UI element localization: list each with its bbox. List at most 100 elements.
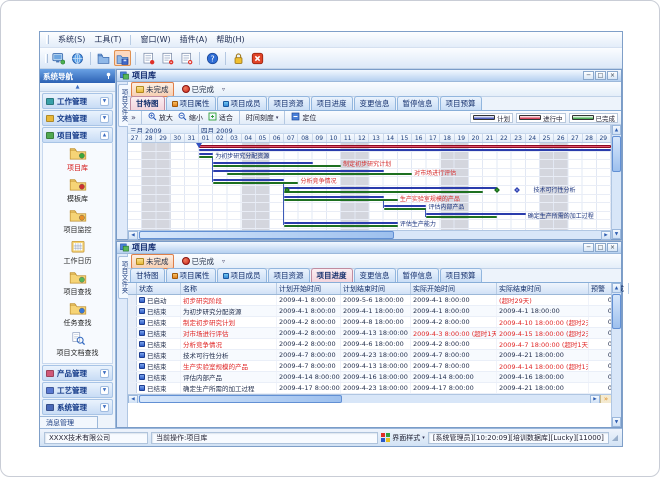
- tab-overflow-icon[interactable]: ▿: [222, 86, 225, 93]
- gantt-vscroll-track[interactable]: [612, 135, 621, 229]
- column-header-实际结束时间[interactable]: 实际结束时间: [497, 283, 589, 294]
- column-header-计划开始时间[interactable]: 计划开始时间: [277, 283, 341, 294]
- expand-icon[interactable]: ▼: [100, 386, 109, 395]
- scroll-right-icon[interactable]: ▶: [601, 231, 611, 240]
- zoom-out-button[interactable]: 缩小: [177, 112, 204, 123]
- tab-message-management[interactable]: 消息管理: [40, 416, 98, 428]
- tab-甘特图[interactable]: 甘特图: [130, 268, 165, 282]
- row-selector[interactable]: [128, 306, 137, 316]
- maximize-button[interactable]: □: [595, 243, 606, 252]
- row-selector[interactable]: [128, 383, 137, 393]
- table-row[interactable]: 已结束分析竞争情况2009-4-2 8:00:002009-4-6 18:00:…: [128, 339, 611, 350]
- column-header-名称[interactable]: 名称: [181, 283, 277, 294]
- table-hscroll-thumb[interactable]: [139, 395, 342, 403]
- open-folder-icon[interactable]: [95, 50, 112, 66]
- tab-项目进度[interactable]: 项目进度: [311, 96, 353, 110]
- row-selector[interactable]: [128, 328, 137, 338]
- table-vscroll-thumb[interactable]: [612, 294, 621, 329]
- tab-暂停信息[interactable]: 暂停信息: [397, 96, 439, 110]
- gantt-hscroll-track[interactable]: [138, 231, 601, 239]
- gantt-body[interactable]: 为初步研究分配资源制定初步研究计划对市场进行评估分析竞争情况技术可行性分析生产实…: [128, 143, 611, 230]
- table-row[interactable]: 已结束评估内部产品2009-4-14 8:00:002009-4-16 18:0…: [128, 372, 611, 383]
- gantt-vscroll-thumb[interactable]: [612, 136, 621, 172]
- collapse-icon[interactable]: ▲: [100, 131, 109, 140]
- tab-未完成[interactable]: 未完成: [131, 254, 174, 269]
- table-row[interactable]: 已结束制定初步研究计划2009-4-2 8:00:002009-4-8 18:0…: [128, 317, 611, 328]
- close-button[interactable]: ×: [607, 243, 618, 252]
- tab-已完成[interactable]: 已完成: [177, 254, 220, 269]
- sidebar-group[interactable]: 工艺管理▼: [42, 382, 113, 398]
- sidebar-item-任务查找[interactable]: 任务查找: [43, 302, 112, 328]
- column-header-计划结束时间[interactable]: 计划结束时间: [341, 283, 411, 294]
- internet-icon[interactable]: [69, 50, 86, 66]
- table-row[interactable]: 已结束确定生产所需的加工过程2009-4-17 8:00:002009-4-23…: [128, 383, 611, 394]
- maximize-button[interactable]: □: [595, 71, 606, 80]
- expand-icon[interactable]: ▼: [100, 97, 109, 106]
- scroll-up-icon[interactable]: ▲: [612, 283, 621, 293]
- time-scale-dropdown[interactable]: 时间刻度▾: [245, 113, 280, 123]
- sidebar-group[interactable]: 产品管理▼: [42, 365, 113, 381]
- minimize-button[interactable]: ─: [583, 71, 594, 80]
- column-header-实际开始时间[interactable]: 实际开始时间: [411, 283, 497, 294]
- table-row[interactable]: 已结束对市场进行评估2009-4-2 8:00:002009-4-13 18:0…: [128, 328, 611, 339]
- gantt-vscrollbar[interactable]: ▲ ▼: [611, 125, 621, 239]
- ui-style-selector[interactable]: 界面样式 ▾: [381, 433, 425, 443]
- tab-项目预算[interactable]: 项目预算: [440, 96, 482, 110]
- table-vscrollbar[interactable]: ▲ ▼: [611, 283, 621, 427]
- expand-icon[interactable]: ▼: [100, 114, 109, 123]
- zoom-in-button[interactable]: 放大: [147, 112, 174, 123]
- table-hscroll-track[interactable]: [138, 395, 590, 403]
- tab-已完成[interactable]: 已完成: [177, 82, 220, 97]
- menu-item[interactable]: 插件(A): [180, 34, 208, 45]
- sidebar-collapse-button[interactable]: ▲: [40, 83, 115, 92]
- menu-item[interactable]: 帮助(H): [216, 34, 244, 45]
- sidebar-item-模板库[interactable]: 模板库: [43, 178, 112, 204]
- sidebar-item-项目文档查找[interactable]: 项目文档查找: [43, 332, 112, 358]
- minimize-button[interactable]: ─: [583, 243, 594, 252]
- tab-项目进度[interactable]: 项目进度: [311, 268, 353, 282]
- column-header-状态[interactable]: 状态: [137, 283, 181, 294]
- save-icon[interactable]: [114, 50, 131, 66]
- sidebar-group[interactable]: 系统管理▼: [42, 399, 113, 415]
- tab-变更信息[interactable]: 变更信息: [354, 96, 396, 110]
- sidebar-group[interactable]: 项目管理▲: [42, 127, 113, 143]
- row-selector[interactable]: [128, 317, 137, 327]
- report-icon-2[interactable]: [159, 50, 176, 66]
- tab-overflow-icon[interactable]: ▿: [222, 258, 225, 265]
- table-row[interactable]: 已启动初步研究阶段2009-4-1 8:00:002009-5-6 18:00:…: [128, 295, 611, 306]
- tab-项目预算[interactable]: 项目预算: [440, 268, 482, 282]
- sidebar-item-项目监控[interactable]: 项目监控: [43, 209, 112, 235]
- tab-甘特图[interactable]: 甘特图: [130, 96, 165, 110]
- tab-项目资源[interactable]: 项目资源: [268, 268, 310, 282]
- row-selector[interactable]: [128, 372, 137, 382]
- table-row[interactable]: 已结束生产实验室规模的产品2009-4-7 8:00:002009-4-13 1…: [128, 361, 611, 372]
- exit-icon[interactable]: [249, 50, 266, 66]
- computer-icon[interactable]: [50, 50, 67, 66]
- locate-button[interactable]: 定位: [290, 112, 317, 123]
- gantt-hscrollbar[interactable]: ◀ ▶: [128, 230, 611, 239]
- help-icon[interactable]: ?: [204, 50, 221, 66]
- menu-item[interactable]: 窗口(W): [140, 34, 170, 45]
- sidebar-group[interactable]: 工作管理▼: [42, 93, 113, 109]
- tab-变更信息[interactable]: 变更信息: [354, 268, 396, 282]
- scroll-up-icon[interactable]: ▲: [612, 125, 621, 135]
- expand-icon[interactable]: ▼: [100, 369, 109, 378]
- lock-icon[interactable]: [230, 50, 247, 66]
- row-selector[interactable]: [128, 295, 137, 305]
- sidebar-group[interactable]: 文档管理▼: [42, 110, 113, 126]
- table-row[interactable]: 已结束技术可行性分析2009-4-7 8:00:002009-4-23 18:0…: [128, 350, 611, 361]
- tab-项目成员[interactable]: 项目成员: [217, 96, 267, 110]
- tab-未完成[interactable]: 未完成: [131, 82, 174, 97]
- row-selector[interactable]: [128, 339, 137, 349]
- gantt-hscroll-thumb[interactable]: [139, 231, 394, 239]
- close-button[interactable]: ×: [607, 71, 618, 80]
- scroll-down-icon[interactable]: ▼: [612, 417, 621, 427]
- fit-button[interactable]: 适合: [207, 112, 234, 123]
- report-icon-3[interactable]: [178, 50, 195, 66]
- expand-icon[interactable]: ▼: [100, 403, 109, 412]
- row-selector[interactable]: [128, 350, 137, 360]
- table-vscroll-track[interactable]: [612, 293, 621, 417]
- toolbar-overflow-icon[interactable]: »: [131, 113, 136, 122]
- report-icon-1[interactable]: [140, 50, 157, 66]
- table-row[interactable]: 已结束为初步研究分配资源2009-4-1 8:00:002009-4-1 18:…: [128, 306, 611, 317]
